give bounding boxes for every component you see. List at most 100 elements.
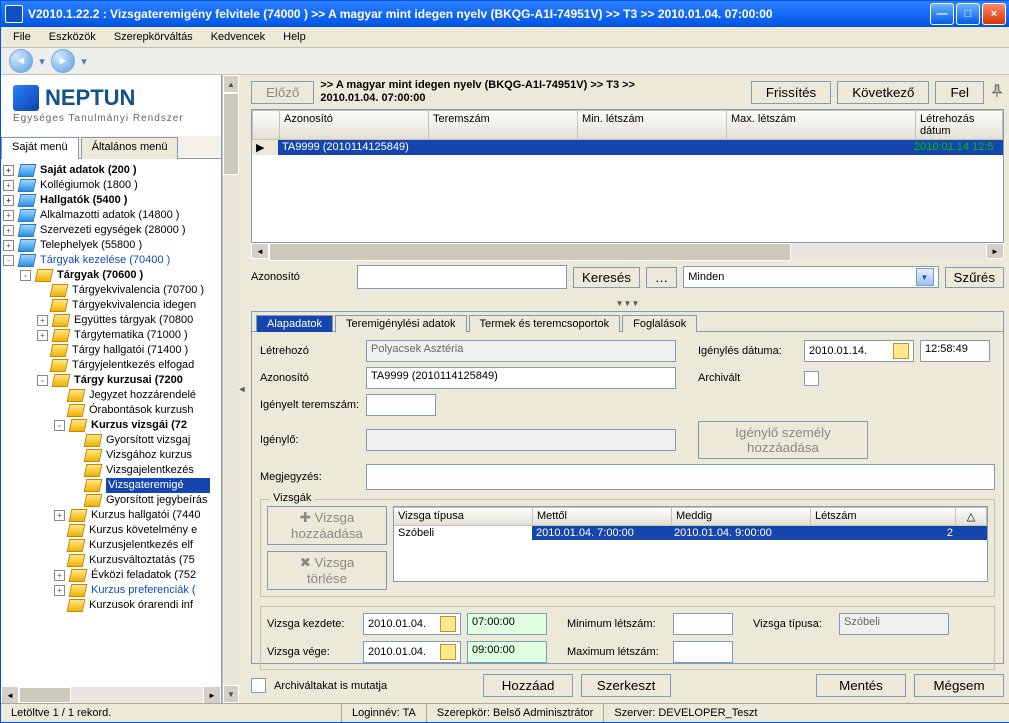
grid-col-letre[interactable]: Létrehozás dátum	[916, 110, 1003, 140]
calendar-icon[interactable]	[893, 343, 909, 359]
btn-igenylo-add[interactable]: Igénylő személy hozzáadása	[698, 421, 868, 459]
tree-item[interactable]: +Tárgytematika (71000 )	[3, 328, 221, 343]
tree-item[interactable]: -Tárgyak kezelése (70400 )	[3, 253, 221, 268]
hscroll-thumb[interactable]	[19, 687, 71, 703]
field-kezd-date[interactable]: 2010.01.04.	[363, 613, 461, 635]
grid-row[interactable]: ▶ TA9999 (2010114125849) 2010:01.14 12:5	[252, 140, 1003, 155]
vizsgak-row[interactable]: Szóbeli 2010.01.04. 7:00:00 2010.01.04. …	[394, 526, 987, 540]
filter-select[interactable]: Minden▼	[683, 266, 938, 288]
field-azon[interactable]: TA9999 (2010114125849)	[366, 367, 676, 389]
menu-file[interactable]: File	[5, 29, 39, 45]
tree-item[interactable]: Gyorsított jegybeírás	[3, 493, 221, 508]
tree-item[interactable]: Jegyzet hozzárendelé	[3, 388, 221, 403]
calendar-icon[interactable]	[440, 644, 456, 660]
tree-item[interactable]: +Kurzus preferenciák (	[3, 583, 221, 598]
nav-back-dropdown[interactable]: ▾	[37, 55, 47, 68]
up-button[interactable]: Fel	[935, 81, 984, 104]
chk-archivalt[interactable]	[804, 371, 819, 386]
minimize-button[interactable]: —	[930, 3, 954, 25]
filter-button[interactable]: Szűrés	[945, 267, 1004, 288]
tree-expander[interactable]: -	[3, 255, 14, 266]
field-kezd-time[interactable]: 07:00:00	[467, 613, 547, 635]
next-button[interactable]: Következő	[837, 81, 929, 104]
collapse-handle[interactable]: ▼▼▼	[251, 295, 1004, 309]
tree-item[interactable]: +Kurzus hallgatói (7440	[3, 508, 221, 523]
vscroll-up[interactable]: ▲	[223, 75, 239, 93]
tree-item[interactable]: +Saját adatok (200 )	[3, 163, 221, 178]
field-igenyteremszam[interactable]	[366, 394, 436, 416]
tree-expander[interactable]: +	[37, 330, 48, 341]
close-button[interactable]: ×	[982, 3, 1006, 25]
tree-item[interactable]: Órabontások kurzush	[3, 403, 221, 418]
tree-item[interactable]: +Együttes tárgyak (70800	[3, 313, 221, 328]
calendar-icon[interactable]	[440, 616, 456, 632]
field-max[interactable]	[673, 641, 733, 663]
search-input[interactable]	[357, 265, 567, 289]
grid-hscroll-left[interactable]: ◄	[251, 243, 269, 259]
field-vege-time[interactable]: 09:00:00	[467, 641, 547, 663]
tree-expander[interactable]: +	[3, 180, 14, 191]
tree-expander[interactable]: +	[3, 240, 14, 251]
search-more-button[interactable]: …	[646, 267, 677, 288]
field-igeny-time[interactable]: 12:58:49	[920, 340, 990, 362]
top-grid[interactable]: Azonosító Teremszám Min. létszám Max. lé…	[251, 109, 1004, 243]
field-megj[interactable]	[366, 464, 995, 490]
pin-icon[interactable]	[990, 84, 1004, 101]
tree-item[interactable]: +Alkalmazotti adatok (14800 )	[3, 208, 221, 223]
tree-expander[interactable]: +	[54, 585, 65, 596]
tree-item[interactable]: Gyorsított vizsgaj	[3, 433, 221, 448]
nav-forward-dropdown[interactable]: ▾	[79, 55, 89, 68]
tab-alapadatok[interactable]: Alapadatok	[256, 315, 333, 332]
tree-item[interactable]: Kurzusváltoztatás (75	[3, 553, 221, 568]
field-min[interactable]	[673, 613, 733, 635]
tree-expander[interactable]: +	[37, 315, 48, 326]
tree-item[interactable]: Kurzusok órarendi inf	[3, 598, 221, 613]
tree-expander[interactable]: +	[3, 225, 14, 236]
hscroll-right[interactable]: ►	[203, 686, 221, 703]
nav-forward-button[interactable]: ►	[51, 49, 75, 73]
nav-back-button[interactable]: ◄	[9, 49, 33, 73]
chk-archivalt-show[interactable]	[251, 678, 266, 693]
field-vege-date[interactable]: 2010.01.04.	[363, 641, 461, 663]
vscroll-track[interactable]	[223, 175, 239, 685]
search-button[interactable]: Keresés	[573, 267, 640, 288]
btn-vizsga-add[interactable]: ✚ Vizsga hozzáadása	[267, 506, 387, 545]
tree-expander[interactable]: +	[54, 510, 65, 521]
tree-item[interactable]: +Szervezeti egységek (28000 )	[3, 223, 221, 238]
menu-fav[interactable]: Kedvencek	[203, 29, 273, 45]
tree-item[interactable]: Kurzus követelmény e	[3, 523, 221, 538]
nav-tree[interactable]: +Saját adatok (200 )+Kollégiumok (1800 )…	[1, 159, 221, 687]
tree-item[interactable]: +Kollégiumok (1800 )	[3, 178, 221, 193]
tree-item[interactable]: Tárgyjelentkezés elfogad	[3, 358, 221, 373]
btn-add[interactable]: Hozzáad	[483, 674, 573, 697]
tree-item[interactable]: +Évközi feladatok (752	[3, 568, 221, 583]
grid-col-select[interactable]	[252, 110, 280, 140]
tree-item[interactable]: Vizsgához kurzus	[3, 448, 221, 463]
tab-foglalasok[interactable]: Foglalások	[622, 315, 697, 332]
tree-item[interactable]: +Telephelyek (55800 )	[3, 238, 221, 253]
tab-termek[interactable]: Termek és teremcsoportok	[469, 315, 621, 332]
tree-expander[interactable]: +	[3, 210, 14, 221]
tree-expander[interactable]: +	[3, 165, 14, 176]
maximize-button[interactable]: □	[956, 3, 980, 25]
tree-item[interactable]: Tárgyekvivalencia idegen	[3, 298, 221, 313]
tab-teremigeny[interactable]: Teremigénylési adatok	[335, 315, 466, 332]
btn-cancel[interactable]: Mégsem	[914, 674, 1004, 697]
tree-item[interactable]: Vizsgajelentkezés	[3, 463, 221, 478]
grid-col-max[interactable]: Max. létszám	[727, 110, 916, 140]
btn-edit[interactable]: Szerkeszt	[581, 674, 671, 697]
refresh-button[interactable]: Frissítés	[751, 81, 831, 104]
vizsgak-grid[interactable]: Vizsga típusa Mettől Meddig Létszám △ Sz…	[393, 506, 988, 582]
field-igeny-datum[interactable]: 2010.01.14.	[804, 340, 914, 362]
grid-hscroll-right[interactable]: ►	[986, 243, 1004, 259]
vscroll-down[interactable]: ▼	[223, 685, 239, 703]
btn-vizsga-del[interactable]: ✖ Vizsga törlése	[267, 551, 387, 590]
grid-col-teremszam[interactable]: Teremszám	[429, 110, 578, 140]
vscroll-thumb[interactable]	[223, 93, 239, 175]
tree-expander[interactable]: +	[54, 570, 65, 581]
tree-item[interactable]: -Tárgy kurzusai (7200	[3, 373, 221, 388]
tree-item[interactable]: -Kurzus vizsgái (72	[3, 418, 221, 433]
tree-expander[interactable]: -	[54, 420, 65, 431]
tab-own-menu[interactable]: Saját menü	[1, 137, 79, 159]
tree-item[interactable]: Tárgy hallgatói (71400 )	[3, 343, 221, 358]
